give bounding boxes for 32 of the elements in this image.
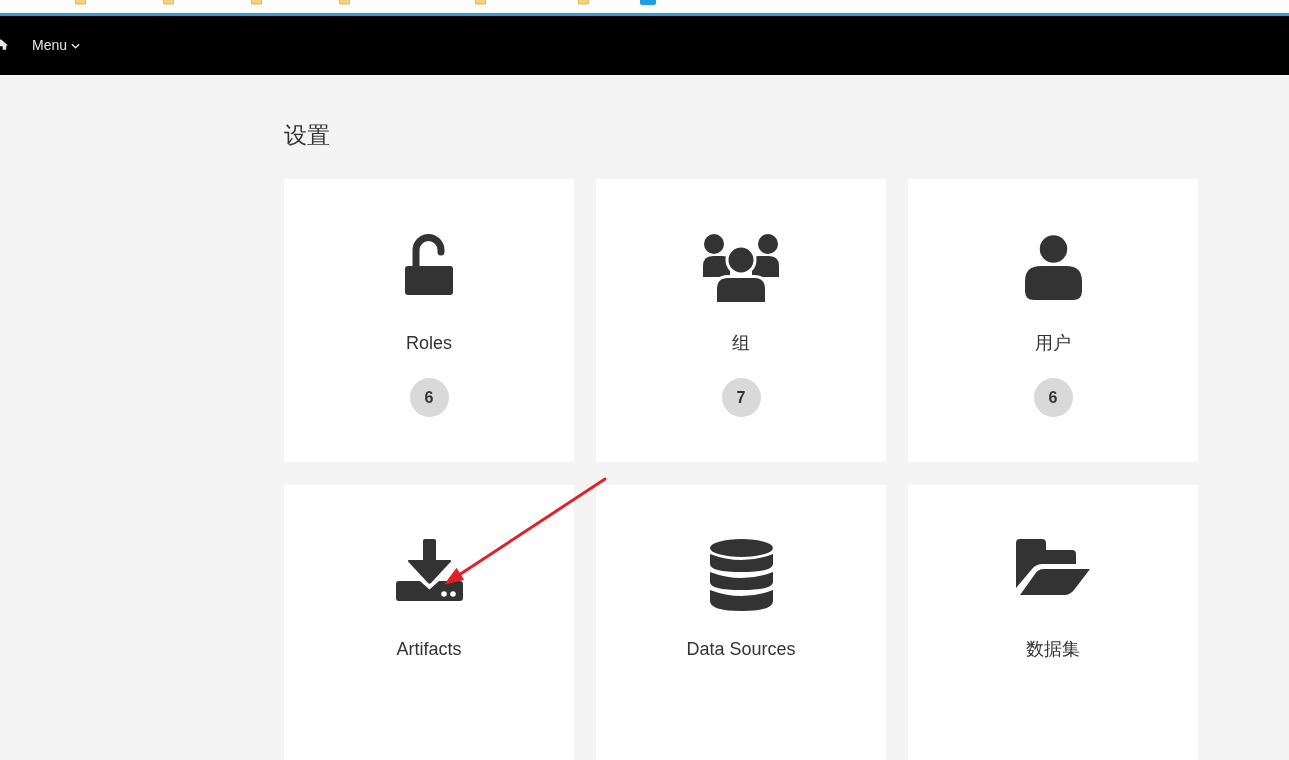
tile-label: Roles — [406, 332, 452, 355]
page-title: 设置 — [284, 121, 331, 149]
bookmark-folder-icon[interactable] — [251, 0, 262, 5]
database-icon — [709, 539, 773, 611]
tile-label: 用户 — [1035, 332, 1071, 355]
settings-tile[interactable]: Artifacts — [284, 485, 574, 760]
settings-tile[interactable]: Roles 6 — [284, 179, 574, 462]
settings-tile[interactable]: 数据集 — [908, 485, 1198, 760]
chevron-down-icon — [71, 42, 81, 49]
tile-label: 数据集 — [1026, 638, 1080, 661]
open-folder-icon — [1016, 539, 1090, 595]
tile-label: 组 — [732, 332, 750, 355]
bookmark-folder-icon[interactable] — [339, 0, 350, 5]
bookmark-folder-icon[interactable] — [578, 0, 589, 5]
home-icon[interactable] — [0, 39, 8, 50]
bookmark-folder-icon[interactable] — [75, 0, 86, 5]
users-group-icon — [702, 233, 780, 305]
tile-label: Artifacts — [396, 638, 462, 661]
settings-tile[interactable]: 组 7 — [596, 179, 886, 462]
settings-tile[interactable]: Data Sources — [596, 485, 886, 760]
count-badge: 7 — [721, 378, 761, 417]
tile-label: Data Sources — [686, 638, 796, 661]
bookmark-icon[interactable] — [640, 0, 656, 5]
menu-button[interactable]: Menu — [32, 36, 81, 53]
count-badge: 6 — [409, 378, 449, 417]
unlocked-padlock-icon — [405, 233, 453, 295]
settings-tile[interactable]: 用户 6 — [908, 179, 1198, 462]
bookmark-folder-icon[interactable] — [475, 0, 486, 5]
user-icon — [1024, 233, 1082, 300]
download-icon — [395, 539, 463, 601]
bookmark-folder-icon[interactable] — [163, 0, 174, 5]
count-badge: 6 — [1033, 378, 1073, 417]
